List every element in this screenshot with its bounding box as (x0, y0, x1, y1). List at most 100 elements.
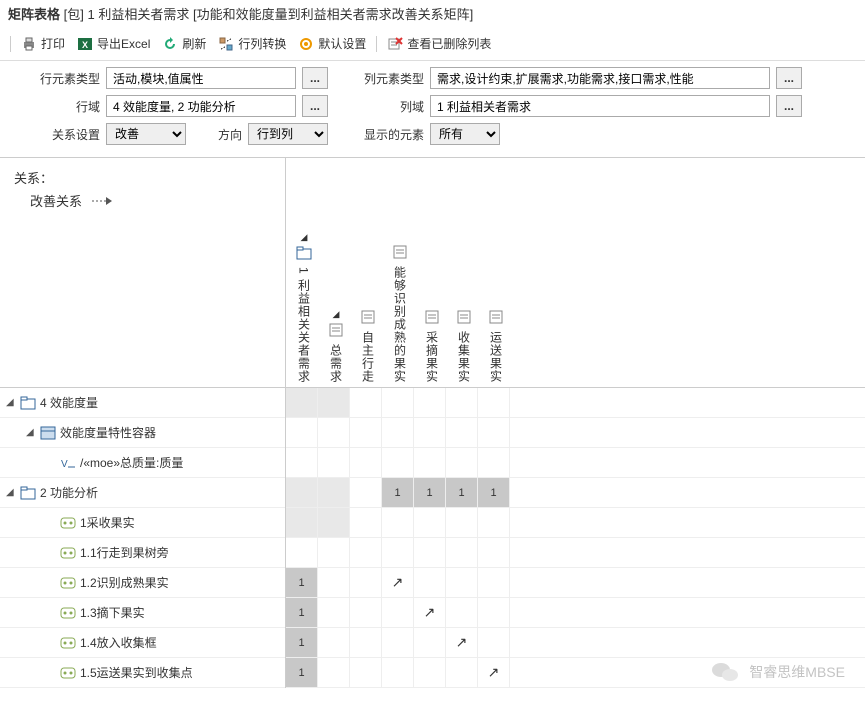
col-domain-input[interactable] (430, 95, 770, 117)
matrix-cell[interactable] (478, 448, 510, 477)
matrix-cell[interactable] (382, 418, 414, 447)
matrix-cell[interactable] (318, 658, 350, 687)
matrix-cell[interactable] (414, 658, 446, 687)
matrix-cell[interactable] (382, 508, 414, 537)
matrix-cell[interactable] (414, 538, 446, 567)
matrix-cell[interactable] (318, 418, 350, 447)
col-domain-browse[interactable]: ... (776, 95, 802, 117)
row-type-browse[interactable]: ... (302, 67, 328, 89)
matrix-cell[interactable] (286, 388, 318, 417)
matrix-cell[interactable] (382, 628, 414, 657)
transpose-button[interactable]: 行列转换 (214, 33, 290, 54)
matrix-cell[interactable] (286, 508, 318, 537)
matrix-cell[interactable] (350, 568, 382, 597)
matrix-cell[interactable] (382, 538, 414, 567)
col-type-browse[interactable]: ... (776, 67, 802, 89)
matrix-cell[interactable] (350, 508, 382, 537)
expander-icon[interactable]: ◢ (6, 487, 16, 498)
matrix-cell[interactable]: 1 (478, 478, 510, 507)
row-domain-input[interactable] (106, 95, 296, 117)
matrix-cell[interactable] (414, 568, 446, 597)
matrix-cell[interactable] (382, 448, 414, 477)
matrix-cell[interactable] (446, 658, 478, 687)
tree-row[interactable]: 1.2识别成熟果实 (0, 568, 285, 598)
matrix-cell[interactable] (382, 658, 414, 687)
column-header[interactable]: 能够识别成熟的果实 (384, 158, 416, 387)
direction-select[interactable]: 行到列 (248, 123, 328, 145)
matrix-cell[interactable] (286, 448, 318, 477)
tree-row[interactable]: ◢2 功能分析 (0, 478, 285, 508)
matrix-cell[interactable] (478, 538, 510, 567)
matrix-cell[interactable] (478, 508, 510, 537)
column-header[interactable]: 收集果实 (448, 158, 480, 387)
matrix-cell[interactable]: 1 (286, 628, 318, 657)
matrix-cell[interactable] (478, 568, 510, 597)
display-select[interactable]: 所有 (430, 123, 500, 145)
matrix-cell[interactable] (446, 508, 478, 537)
matrix-cell[interactable] (446, 418, 478, 447)
defaults-button[interactable]: 默认设置 (294, 33, 370, 54)
row-type-input[interactable] (106, 67, 296, 89)
matrix-cell[interactable] (446, 388, 478, 417)
tree-row[interactable]: 1.3摘下果实 (0, 598, 285, 628)
tree-row[interactable]: 1.5运送果实到收集点 (0, 658, 285, 688)
matrix-cell[interactable] (478, 418, 510, 447)
matrix-cell[interactable]: 1 (414, 478, 446, 507)
tree-row[interactable]: 1.4放入收集框 (0, 628, 285, 658)
matrix-cell[interactable]: ↗ (382, 568, 414, 597)
matrix-cell[interactable] (350, 628, 382, 657)
matrix-cell[interactable] (350, 388, 382, 417)
matrix-cell[interactable]: 1 (446, 478, 478, 507)
matrix-cell[interactable] (286, 418, 318, 447)
matrix-cell[interactable] (414, 418, 446, 447)
matrix-cell[interactable] (414, 628, 446, 657)
matrix-cell[interactable] (414, 508, 446, 537)
matrix-cell[interactable] (350, 478, 382, 507)
matrix-cell[interactable] (318, 508, 350, 537)
print-button[interactable]: 打印 (17, 33, 69, 54)
matrix-cell[interactable] (350, 538, 382, 567)
matrix-cell[interactable] (350, 448, 382, 477)
row-domain-browse[interactable]: ... (302, 95, 328, 117)
column-header[interactable]: ◢总需求 (320, 158, 352, 387)
column-header[interactable]: 采摘果实 (416, 158, 448, 387)
expander-icon[interactable]: ◢ (26, 427, 36, 438)
expander-icon[interactable]: ◢ (6, 397, 16, 408)
matrix-cell[interactable] (382, 388, 414, 417)
matrix-cell[interactable]: ↗ (414, 598, 446, 627)
matrix-cell[interactable] (446, 568, 478, 597)
column-header[interactable]: 运送果实 (480, 158, 512, 387)
matrix-cell[interactable] (318, 628, 350, 657)
matrix-cell[interactable] (318, 448, 350, 477)
tree-row[interactable]: 1采收果实 (0, 508, 285, 538)
tree-row[interactable]: ◢4 效能度量 (0, 388, 285, 418)
refresh-button[interactable]: 刷新 (158, 33, 210, 54)
matrix-cell[interactable] (350, 658, 382, 687)
relation-select[interactable]: 改善 (106, 123, 186, 145)
view-deleted-button[interactable]: 查看已删除列表 (383, 33, 495, 54)
matrix-cell[interactable]: ↗ (446, 628, 478, 657)
matrix-cell[interactable] (318, 478, 350, 507)
col-type-input[interactable] (430, 67, 770, 89)
matrix-cell[interactable] (318, 538, 350, 567)
matrix-cell[interactable] (446, 448, 478, 477)
matrix-cell[interactable] (446, 538, 478, 567)
export-excel-button[interactable]: X 导出Excel (73, 33, 154, 54)
tree-row[interactable]: 1.1行走到果树旁 (0, 538, 285, 568)
matrix-cell[interactable] (478, 598, 510, 627)
matrix-cell[interactable] (350, 418, 382, 447)
column-header[interactable]: 自主行走 (352, 158, 384, 387)
matrix-cell[interactable]: 1 (286, 658, 318, 687)
matrix-cell[interactable] (286, 478, 318, 507)
matrix-cell[interactable] (478, 388, 510, 417)
column-header[interactable]: ◢1 利益相关关者需求 (288, 158, 320, 387)
matrix-cell[interactable] (318, 388, 350, 417)
matrix-cell[interactable]: 1 (382, 478, 414, 507)
matrix-cell[interactable]: 1 (286, 598, 318, 627)
matrix-cell[interactable]: ↗ (478, 658, 510, 687)
matrix-cell[interactable] (350, 598, 382, 627)
tree-row[interactable]: ◢效能度量特性容器 (0, 418, 285, 448)
matrix-cell[interactable] (318, 598, 350, 627)
matrix-cell[interactable]: 1 (286, 568, 318, 597)
matrix-cell[interactable] (478, 628, 510, 657)
